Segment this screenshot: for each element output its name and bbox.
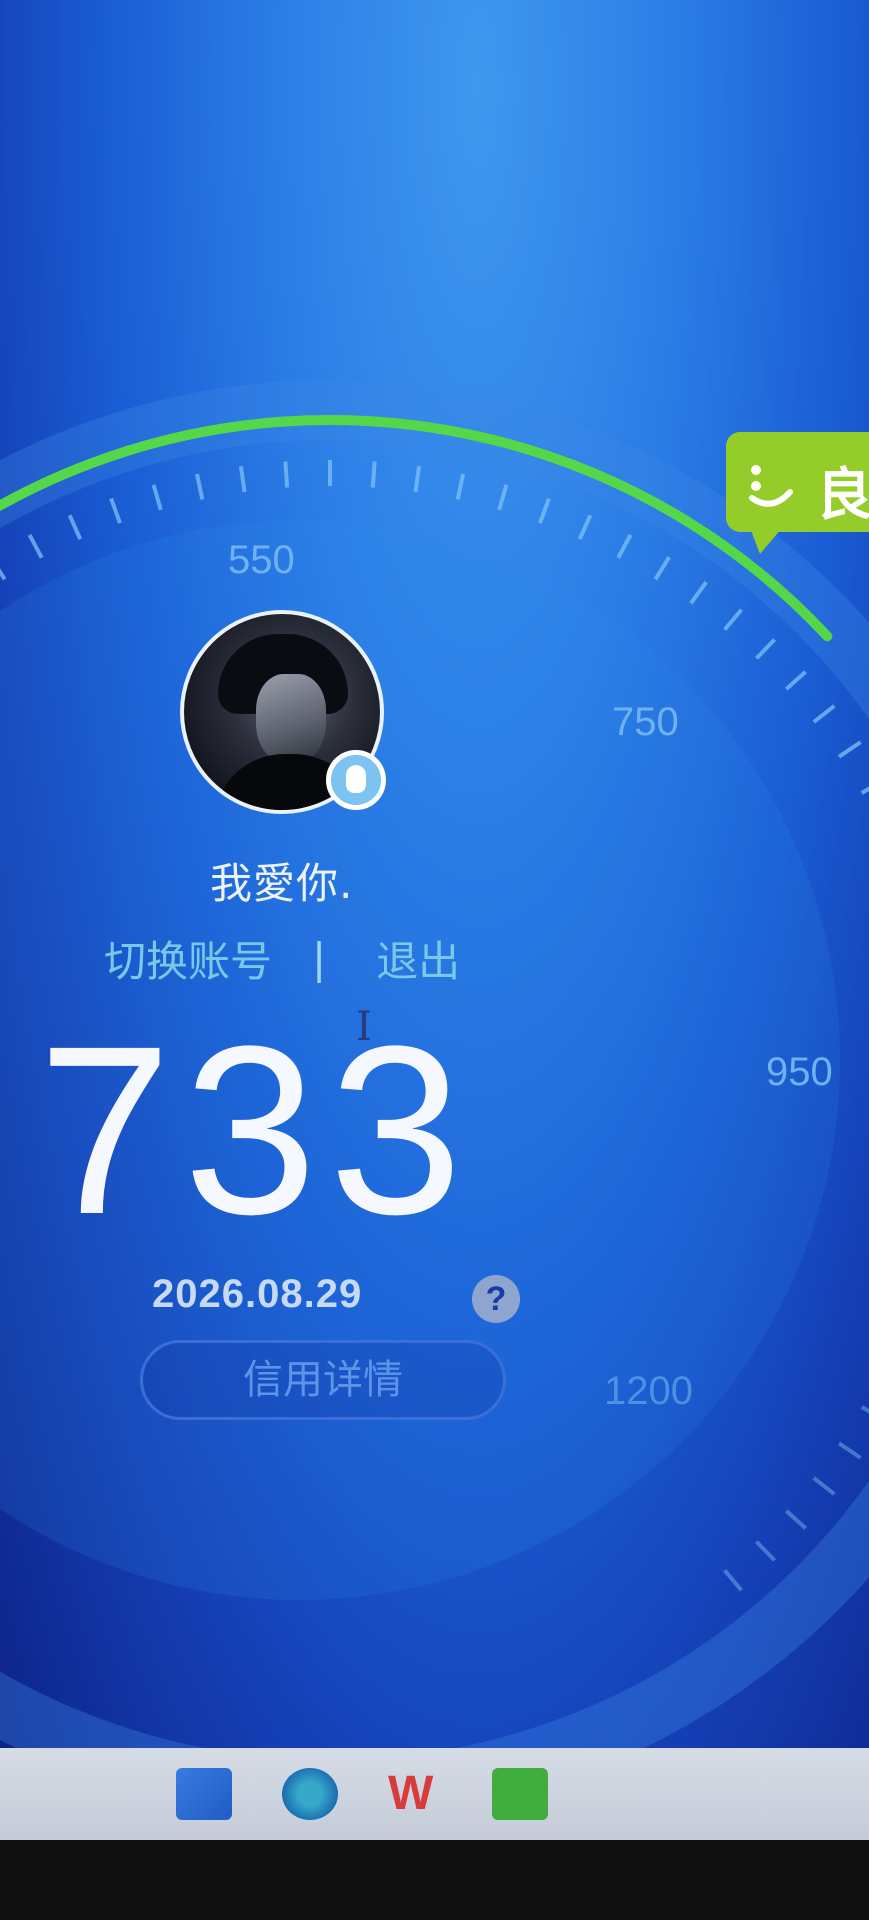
tick-label-950: 950 (766, 1050, 833, 1094)
dial-tick (653, 556, 671, 581)
credit-level-badge: 良 (726, 432, 869, 554)
dial-tick (837, 740, 862, 759)
user-nickname: 我愛你. (210, 859, 354, 908)
monitor-bezel (0, 1840, 869, 1920)
dial-tick (616, 533, 633, 559)
dial-tick (577, 514, 593, 540)
dial-tick (151, 484, 163, 511)
dial-tick (784, 670, 807, 691)
dial-tick (860, 786, 869, 795)
dial-tick (689, 581, 708, 605)
text-cursor-icon: I (356, 1004, 372, 1050)
dial-tick (784, 1509, 807, 1530)
dial-tick (723, 1569, 743, 1592)
dial-tick (812, 704, 836, 724)
dial-tick (413, 465, 422, 493)
dial-tick (812, 1476, 836, 1496)
dial-tick (67, 514, 83, 540)
link-separator: | (312, 934, 327, 983)
dial-tick (370, 461, 377, 488)
score-dial: 550 750 950 1200 (0, 380, 869, 1748)
account-links: 切换账号 | 退出 (104, 928, 460, 989)
dial-tick (755, 638, 777, 660)
tick-label-750: 750 (612, 700, 679, 744)
dial-tick (109, 497, 122, 524)
edge-browser-icon[interactable] (282, 1768, 338, 1820)
dial-tick (27, 533, 44, 559)
qq-penguin-icon (326, 750, 386, 810)
dial-tick (497, 484, 509, 511)
tick-label-1200: 1200 (604, 1369, 693, 1413)
credit-level-label: 良 (816, 463, 869, 528)
credit-score-value: 733 (38, 996, 475, 1264)
badge-tail (750, 528, 782, 554)
windows-start-icon[interactable] (176, 1768, 232, 1820)
tick-label-550: 550 (228, 538, 295, 582)
score-date: 2026.08.29 (152, 1272, 363, 1316)
taskbar: W (0, 1748, 869, 1840)
logout-link[interactable]: 退出 (376, 928, 460, 989)
dial-tick (0, 568, 7, 581)
dial-tick (194, 473, 205, 500)
dial-tick (723, 608, 743, 631)
dial-tick (860, 1405, 869, 1414)
office-app-icon[interactable]: W (388, 1768, 444, 1820)
credit-detail-button[interactable]: 信用详情 (140, 1340, 506, 1420)
office-glyph: W (388, 1767, 434, 1820)
dial-tick (283, 461, 290, 488)
switch-account-link[interactable]: 切换账号 (104, 928, 272, 989)
dial-tick (755, 1540, 777, 1562)
credit-score-screen: 550 750 950 1200 良 我愛你. 切换账号 | 退出 733 I … (0, 0, 869, 1748)
wechat-icon[interactable] (492, 1768, 548, 1820)
dial-tick (538, 497, 551, 524)
help-icon[interactable]: ? (472, 1275, 520, 1323)
dial-tick (238, 465, 247, 493)
smiley-icon (749, 465, 793, 507)
dial-tick (837, 1441, 862, 1460)
dial-tick (455, 473, 466, 500)
